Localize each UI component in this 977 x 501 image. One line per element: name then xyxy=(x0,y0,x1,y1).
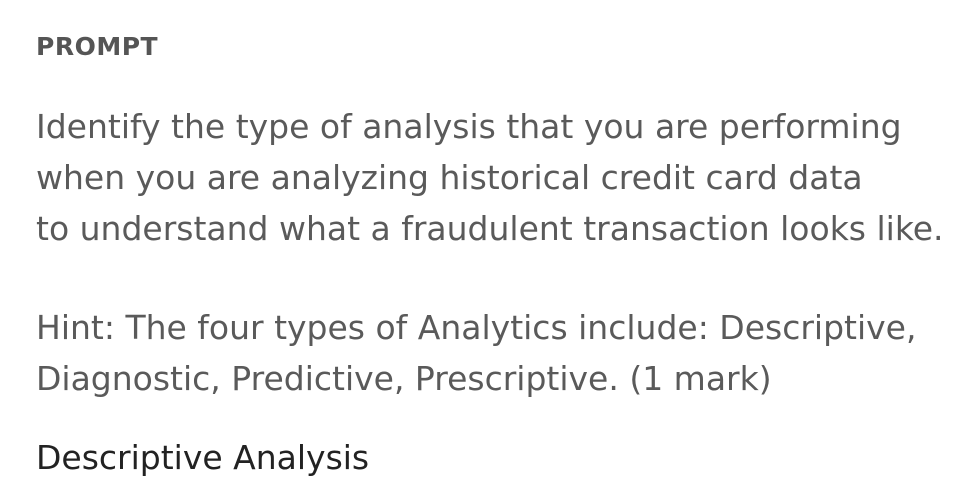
prompt-line: Identify the type of analysis that you a… xyxy=(36,107,902,146)
prompt-line: to understand what a fraudulent transact… xyxy=(36,209,944,248)
prompt-line: when you are analyzing historical credit… xyxy=(36,158,863,197)
section-label: PROMPT xyxy=(36,32,159,61)
prompt-text: Identify the type of analysis that you a… xyxy=(36,101,977,254)
hint-text: Hint: The four types of Analytics includ… xyxy=(36,302,977,404)
prompt-card: PROMPT Identify the type of analysis tha… xyxy=(0,0,977,501)
answer-text: Descriptive Analysis xyxy=(36,438,370,477)
hint-line: Hint: The four types of Analytics includ… xyxy=(36,308,917,347)
hint-line: Diagnostic, Predictive, Prescriptive. (1… xyxy=(36,359,772,398)
